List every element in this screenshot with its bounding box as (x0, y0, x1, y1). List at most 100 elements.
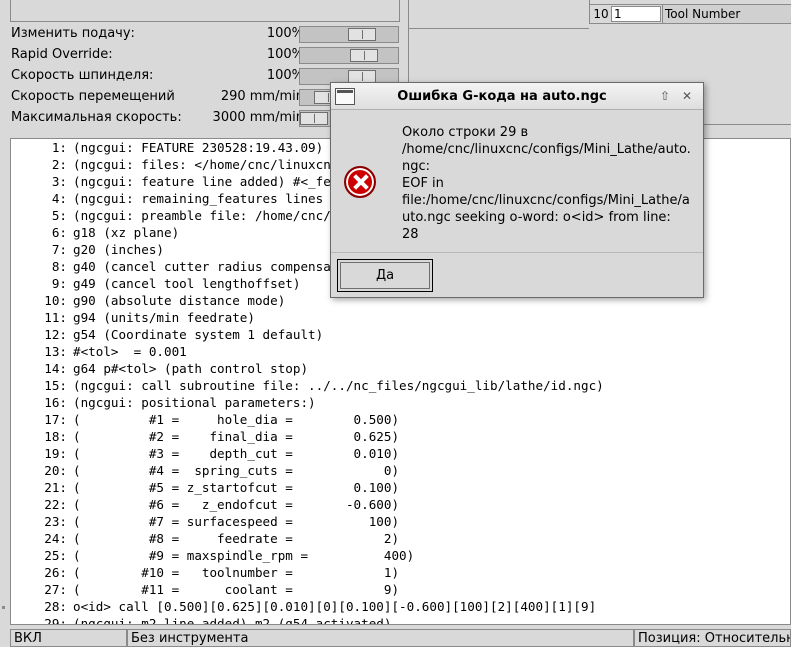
line-number: 20: (44, 463, 67, 478)
line-text: ( #8 = feedrate = 2) (73, 531, 400, 546)
line-text: g20 (inches) (73, 242, 164, 257)
line-text: g64 p#<tol> (path control stop) (73, 361, 309, 376)
message-line: /home/cnc/linuxcnc/configs/Mini_Lathe/au… (402, 142, 691, 157)
line-number: 1: (51, 140, 67, 155)
line-text: (ngcgui: call subroutine file: ../../nc_… (73, 378, 604, 393)
code-line: 13: #<tol> = 0.001 (11, 343, 790, 360)
override-value: 3000 mm/min (212, 110, 304, 125)
line-text: ( #7 = surfacespeed = 100) (73, 514, 400, 529)
gcode-error-dialog: Ошибка G-кода на auto.ngc ⇧ ✕ Около стро… (330, 82, 704, 298)
override-row: Rapid Override: 100% (8, 45, 408, 66)
dialog-title: Ошибка G-кода на auto.ngc (397, 89, 607, 104)
code-line: 16: (ngcgui: positional parameters:) (11, 394, 790, 411)
code-line: 15: (ngcgui: call subroutine file: ../../… (11, 377, 790, 394)
line-text: (ngcgui: m2 line added) m2 (g54 activate… (73, 616, 392, 625)
status-bar: ВКЛ Без инструмента Позиция: Относительн… (0, 627, 791, 647)
line-number: 5: (51, 208, 67, 223)
override-slider[interactable] (299, 47, 399, 64)
line-number: 13: (44, 344, 67, 359)
line-text: g90 (absolute distance mode) (73, 293, 286, 308)
ok-button[interactable]: Да (340, 262, 430, 289)
message-line: uto.ngc seeking o-word: o<id> from line: (402, 210, 671, 225)
line-number: 7: (51, 242, 67, 257)
line-text: #<tol> = 0.001 (73, 344, 187, 359)
slider-handle[interactable] (348, 28, 376, 41)
line-text: g94 (units/min feedrate) (73, 310, 255, 325)
dialog-message: Около строки 29 в/home/cnc/linuxcnc/conf… (402, 124, 694, 243)
status-position-mode: Позиция: Относительная (634, 629, 791, 647)
top-panel (10, 0, 400, 22)
close-icon[interactable]: ✕ (679, 89, 695, 105)
line-number: 19: (44, 446, 67, 461)
line-number: 11: (44, 310, 67, 325)
line-number: 2: (51, 157, 67, 172)
tool-table-row[interactable]: 10 1 Tool Number (589, 4, 791, 24)
line-number: 21: (44, 480, 67, 495)
line-number: 29: (44, 616, 67, 625)
code-line: 17: ( #1 = hole_dia = 0.500) (11, 411, 790, 428)
status-tool: Без инструмента (127, 629, 634, 647)
dialog-titlebar[interactable]: Ошибка G-кода на auto.ngc ⇧ ✕ (331, 83, 703, 110)
line-text: ( #11 = coolant = 9) (73, 582, 400, 597)
line-number: 9: (51, 276, 67, 291)
tool-number-label: Tool Number (662, 5, 791, 23)
override-label: Максимальная скорость: (11, 110, 182, 125)
code-line: 29: (ngcgui: m2 line added) m2 (g54 activ… (11, 615, 790, 625)
code-line: 27: ( #11 = coolant = 9) (11, 581, 790, 598)
code-line: 26: ( #10 = toolnumber = 1) (11, 564, 790, 581)
line-text: ( #5 = z_startofcut = 0.100) (73, 480, 400, 495)
line-number: 18: (44, 429, 67, 444)
line-text: o<id> call [0.500][0.625][0.010][0][0.10… (73, 599, 597, 614)
message-line: ngc: (402, 159, 431, 174)
tool-number-input[interactable]: 1 (611, 6, 661, 22)
line-text: g54 (Coordinate system 1 default) (73, 327, 324, 342)
line-number: 6: (51, 225, 67, 240)
status-machine-state: ВКЛ (10, 629, 127, 647)
line-text: g49 (cancel tool lengthoffset) (73, 276, 301, 291)
line-text: g18 (xz plane) (73, 225, 180, 240)
code-line: 12: g54 (Coordinate system 1 default) (11, 326, 790, 343)
code-line: 22: ( #6 = z_endofcut = -0.600) (11, 496, 790, 513)
line-number: 12: (44, 327, 67, 342)
line-number: 22: (44, 497, 67, 512)
line-text: ( #4 = spring_cuts = 0) (73, 463, 400, 478)
code-line: 11: g94 (units/min feedrate) (11, 309, 790, 326)
override-label: Rapid Override: (11, 47, 113, 62)
line-text: ( #3 = depth_cut = 0.010) (73, 446, 400, 461)
line-number: 14: (44, 361, 67, 376)
line-number: 17: (44, 412, 67, 427)
line-number: 3: (51, 174, 67, 189)
line-number: 10: (44, 293, 67, 308)
message-line: file:/home/cnc/linuxcnc/configs/Mini_Lat… (402, 193, 690, 208)
code-line: 28: o<id> call [0.500][0.625][0.010][0][0… (11, 598, 790, 615)
scroll-marker (2, 606, 5, 609)
line-number: 26: (44, 565, 67, 580)
line-text: ( #10 = toolnumber = 1) (73, 565, 400, 580)
override-label: Скорость перемещений (11, 89, 175, 104)
line-text: g40 (cancel cutter radius compensation) (73, 259, 369, 274)
error-icon (344, 166, 376, 198)
override-row: Изменить подачу: 100% (8, 24, 408, 45)
line-text: (ngcgui: remaining_features lines (73, 191, 324, 206)
code-line: 25: ( #9 = maxspindle_rpm = 400) (11, 547, 790, 564)
line-number: 24: (44, 531, 67, 546)
window-menu-icon[interactable] (335, 88, 355, 105)
code-line: 21: ( #5 = z_startofcut = 0.100) (11, 479, 790, 496)
slider-handle[interactable] (300, 112, 328, 125)
line-text: (ngcgui: positional parameters:) (73, 395, 316, 410)
line-number: 16: (44, 395, 67, 410)
slider-handle[interactable] (350, 49, 378, 62)
line-text: ( #6 = z_endofcut = -0.600) (73, 497, 400, 512)
line-number: 28: (44, 599, 67, 614)
override-value: 290 mm/min (220, 89, 304, 104)
override-slider[interactable] (299, 26, 399, 43)
maximize-icon[interactable]: ⇧ (657, 89, 673, 105)
line-number: 15: (44, 378, 67, 393)
tool-row-number: 10 (593, 7, 609, 21)
dialog-separator (331, 252, 703, 253)
message-line: 28 (402, 227, 419, 242)
message-line: EOF in (402, 176, 444, 191)
code-line: 18: ( #2 = final_dia = 0.625) (11, 428, 790, 445)
code-line: 14: g64 p#<tol> (path control stop) (11, 360, 790, 377)
ok-button-focus-ring: Да (337, 259, 433, 292)
